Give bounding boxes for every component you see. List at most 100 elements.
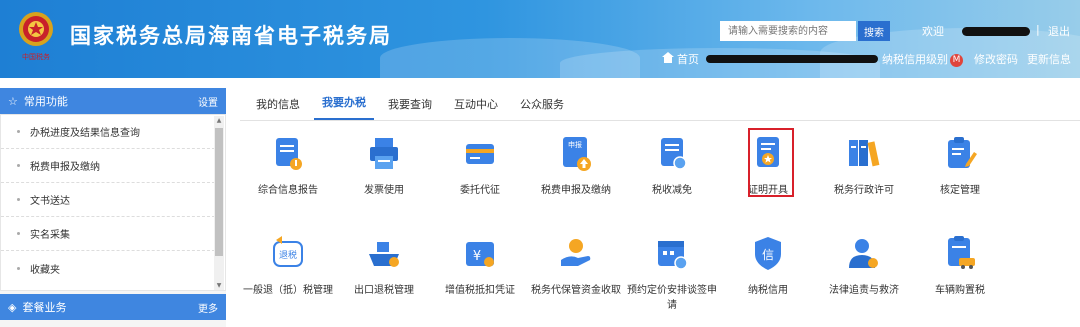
service-label: 预约定价安排谈签申请 <box>627 285 717 311</box>
sidebar-item-progress-query[interactable]: 办税进度及结果信息查询 <box>1 115 215 149</box>
redacted-username <box>962 27 1030 36</box>
tab-query[interactable]: 我要查询 <box>380 96 440 120</box>
calendar-icon <box>658 241 688 270</box>
search-button[interactable]: 搜索 <box>858 21 890 41</box>
sidebar-item-tax-declaration[interactable]: 税费申报及缴纳 <box>1 149 215 183</box>
site-header: 中国税务 国家税务总局海南省电子税务局 搜索 欢迎 | 退出 首页 纳税信用级别… <box>0 0 1080 78</box>
service-label: 委托代征 <box>460 185 500 196</box>
settings-link[interactable]: 设置 <box>198 94 218 109</box>
service-label: 综合信息报告 <box>258 185 318 196</box>
yen-ticket-icon: ¥ <box>466 242 494 267</box>
common-functions-title: 常用功能 <box>23 95 68 108</box>
svg-text:中国税务: 中国税务 <box>22 52 50 61</box>
service-label: 核定管理 <box>940 185 980 196</box>
ship-icon <box>369 242 399 267</box>
sidebar-item-label: 实名采集 <box>30 230 70 241</box>
tab-bar: 我的信息 我要办税 我要查询 互动中心 公众服务 <box>240 88 1080 121</box>
service-entrusted-collection[interactable]: 委托代征 <box>432 134 528 198</box>
service-export-refund[interactable]: 出口退税管理 <box>336 234 432 298</box>
scroll-up-icon[interactable]: ▲ <box>214 117 224 124</box>
declare-upload-icon: 申报 <box>563 137 591 171</box>
service-label: 发票使用 <box>364 185 404 196</box>
service-label: 增值税抵扣凭证 <box>445 285 515 296</box>
printer-icon <box>370 138 398 169</box>
sidebar-item-label: 文书送达 <box>30 196 70 207</box>
bullet-icon <box>17 266 20 270</box>
credit-icon-text: 信 <box>762 248 774 262</box>
shield-credit-icon: 信 <box>755 237 781 270</box>
service-administrative-license[interactable]: 税务行政许可 <box>816 134 912 198</box>
card-icon <box>466 144 494 164</box>
sidebar-scrollbar[interactable]: ▲ ▼ <box>214 116 224 290</box>
service-label: 税务代保管资金收取 <box>531 285 621 296</box>
separator: | <box>1036 23 1040 36</box>
person-law-icon <box>849 239 878 268</box>
home-link[interactable]: 首页 <box>677 51 699 67</box>
sidebar-item-label: 办税进度及结果信息查询 <box>30 128 140 139</box>
car-doc-icon <box>948 236 975 269</box>
service-label: 车辆购置税 <box>935 285 985 296</box>
common-functions-list: 办税进度及结果信息查询 税费申报及缴纳 文书送达 实名采集 收藏夹 ▲ ▼ <box>0 114 226 291</box>
refund-icon-text: 退税 <box>279 249 297 261</box>
search-input[interactable] <box>720 21 856 41</box>
change-password-link[interactable]: 修改密码 <box>974 51 1018 67</box>
tab-do-tax[interactable]: 我要办税 <box>314 94 374 120</box>
sidebar: ☆ 常用功能 设置 办税进度及结果信息查询 税费申报及缴纳 文书送达 实名采集 … <box>0 88 226 327</box>
selection-highlight <box>748 128 794 197</box>
package-business-title: 套餐业务 <box>22 301 67 314</box>
service-vehicle-purchase-tax[interactable]: 车辆购置税 <box>912 234 1008 298</box>
tab-interaction[interactable]: 互动中心 <box>446 96 506 120</box>
hand-money-icon <box>561 239 591 266</box>
bullet-icon <box>17 130 20 133</box>
service-label: 法律追责与救济 <box>829 285 899 296</box>
service-custody-funds[interactable]: 税务代保管资金收取 <box>528 234 624 298</box>
site-title: 国家税务总局海南省电子税务局 <box>70 24 392 48</box>
refund-icon: 退税 <box>273 236 303 267</box>
credit-level-link[interactable]: 纳税信用级别 M <box>882 51 963 67</box>
doc-clock-icon <box>661 138 687 170</box>
service-refund-management[interactable]: 退税 一般退（抵）税管理 <box>240 234 336 298</box>
update-info-link[interactable]: 更新信息 <box>1027 51 1071 67</box>
service-legal-remedy[interactable]: 法律追责与救济 <box>816 234 912 298</box>
layers-icon: ◈ <box>8 300 17 314</box>
service-label: 出口退税管理 <box>354 285 414 296</box>
service-invoice-use[interactable]: 发票使用 <box>336 134 432 198</box>
package-business-header: ◈ 套餐业务 更多 <box>0 294 226 320</box>
credit-level-label: 纳税信用级别 <box>882 53 948 66</box>
clipboard-edit-icon <box>948 137 977 168</box>
logout-link[interactable]: 退出 <box>1048 23 1070 39</box>
service-label: 税收减免 <box>652 185 692 196</box>
scroll-down-icon[interactable]: ▼ <box>214 282 224 289</box>
sidebar-item-real-name[interactable]: 实名采集 <box>1 217 215 251</box>
scrollbar-thumb[interactable] <box>215 128 223 256</box>
more-link[interactable]: 更多 <box>198 300 218 315</box>
sidebar-item-label: 税费申报及缴纳 <box>30 162 100 173</box>
redacted-company-name <box>706 55 878 63</box>
service-label: 一般退（抵）税管理 <box>243 285 333 296</box>
tab-my-info[interactable]: 我的信息 <box>248 96 308 120</box>
common-functions-header: ☆ 常用功能 设置 <box>0 88 226 114</box>
bullet-icon <box>17 164 20 167</box>
service-tax-exemption[interactable]: 税收减免 <box>624 134 720 198</box>
main-panel: 我的信息 我要办税 我要查询 互动中心 公众服务 综合信息报告 发票使用 委托代… <box>240 88 1080 327</box>
service-vat-deduction[interactable]: ¥ 增值税抵扣凭证 <box>432 234 528 298</box>
sidebar-item-document-delivery[interactable]: 文书送达 <box>1 183 215 217</box>
service-assessment-management[interactable]: 核定管理 <box>912 134 1008 198</box>
service-tax-credit[interactable]: 信 纳税信用 <box>720 234 816 298</box>
sidebar-item-label: 收藏夹 <box>30 264 60 276</box>
sidebar-item-favorites[interactable]: 收藏夹 <box>1 251 215 285</box>
bullet-icon <box>17 232 20 235</box>
welcome-text: 欢迎 <box>922 25 944 38</box>
service-label: 税务行政许可 <box>834 185 894 196</box>
service-pricing-arrangement[interactable]: 预约定价安排谈签申请 <box>624 234 720 313</box>
declare-icon-text: 申报 <box>568 140 582 149</box>
service-label: 税费申报及缴纳 <box>541 185 611 196</box>
tab-public-service[interactable]: 公众服务 <box>512 96 572 120</box>
tax-emblem-icon: 中国税务 <box>19 12 53 61</box>
credit-badge: M <box>950 54 963 67</box>
svg-text:¥: ¥ <box>473 249 481 264</box>
service-comprehensive-report[interactable]: 综合信息报告 <box>240 134 336 198</box>
home-icon <box>662 52 674 63</box>
service-tax-declaration[interactable]: 申报 税费申报及缴纳 <box>528 134 624 198</box>
report-mic-icon <box>276 138 302 170</box>
